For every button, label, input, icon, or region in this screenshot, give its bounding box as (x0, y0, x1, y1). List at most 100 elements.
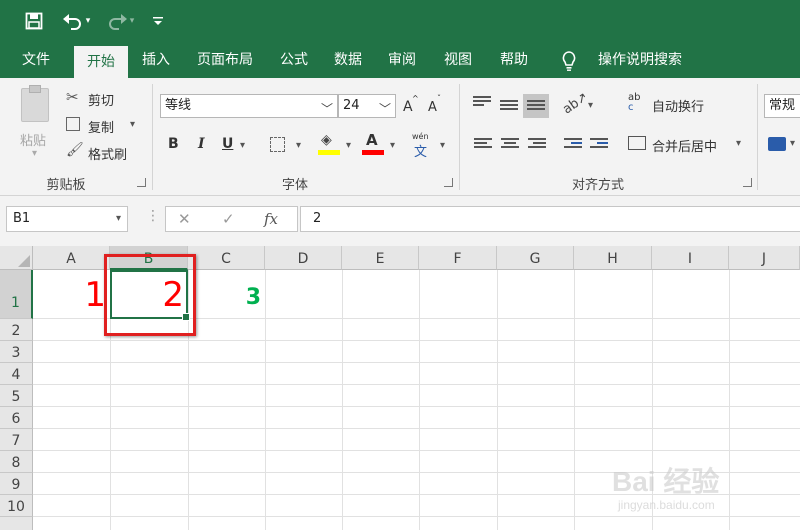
row-header-4[interactable]: 4 (0, 363, 33, 385)
gridline (497, 270, 498, 530)
column-header-d[interactable]: D (265, 246, 342, 270)
tab-formulas[interactable]: 公式 (272, 42, 316, 78)
tab-file[interactable]: 文件 (14, 42, 58, 78)
align-right-icon[interactable] (528, 138, 546, 152)
number-format-combo[interactable]: 常规 (764, 94, 800, 118)
tab-insert[interactable]: 插入 (134, 42, 178, 78)
clipboard-launcher-icon[interactable] (137, 178, 146, 187)
font-launcher-icon[interactable] (444, 178, 453, 187)
font-color-button[interactable]: A ▾ (362, 131, 400, 156)
shrink-font-button[interactable]: Aˇ (428, 94, 444, 116)
column-header-e[interactable]: E (342, 246, 419, 270)
alignment-launcher-icon[interactable] (743, 178, 752, 187)
ribbon-home: 粘贴 ▾ ✂ 剪切 复制 ▾ 🖌 格式刷 剪贴板 等线 ﹀ 24 ﹀ A ^ Aˇ… (0, 78, 800, 196)
align-bottom-icon[interactable] (523, 94, 549, 118)
lightbulb-icon[interactable] (560, 50, 578, 72)
row-header-3[interactable]: 3 (0, 341, 33, 363)
underline-button[interactable]: U (222, 136, 233, 152)
gridline (33, 406, 800, 407)
wrap-text-button[interactable]: ab c 自动换行 (626, 92, 726, 116)
tab-help[interactable]: 帮助 (492, 42, 536, 78)
font-color-letter: A (366, 131, 378, 149)
formula-input[interactable]: 2 (300, 206, 800, 232)
row-header-11[interactable] (0, 517, 33, 530)
paintbrush-icon: 🖌 (66, 142, 84, 158)
decrease-indent-icon[interactable] (564, 138, 582, 152)
font-group-label: 字体 (281, 178, 308, 193)
orientation-button[interactable]: ab↗ ▾ (560, 90, 598, 118)
merge-icon (628, 136, 646, 150)
align-top-icon[interactable] (473, 96, 491, 110)
tab-view[interactable]: 视图 (436, 42, 480, 78)
enter-icon[interactable]: ✓ (222, 210, 235, 228)
undo-icon[interactable]: ▾ (58, 10, 94, 32)
fill-color-button[interactable]: ◈ ▾ (318, 132, 356, 156)
column-header-g[interactable]: G (497, 246, 574, 270)
tab-data[interactable]: 数据 (326, 42, 370, 78)
tell-me-search[interactable]: 操作说明搜索 (590, 42, 690, 78)
row-header-9[interactable]: 9 (0, 473, 33, 495)
drag-handle-icon[interactable]: ⋮ (146, 208, 160, 224)
ribbon-tabs: 文件 开始 插入 页面布局 公式 数据 审阅 视图 帮助 操作说明搜索 (0, 42, 800, 78)
copy-label: 复制 (88, 121, 115, 136)
copy-icon (66, 117, 80, 131)
gridline (33, 428, 800, 429)
font-size-combo[interactable]: 24 ﹀ (338, 94, 396, 118)
cut-button[interactable]: ✂ 剪切 (64, 88, 130, 109)
gridline (33, 384, 800, 385)
row-header-10[interactable]: 10 (0, 495, 33, 517)
insert-function-icon[interactable]: fx (264, 210, 278, 228)
phonetic-pinyin: wén (412, 132, 429, 141)
cell-c1[interactable]: 3 (189, 272, 261, 318)
column-header-f[interactable]: F (419, 246, 497, 270)
font-color-dropdown-icon: ▾ (390, 140, 396, 151)
column-header-j[interactable]: J (729, 246, 800, 270)
gridline (419, 270, 420, 530)
name-box[interactable]: B1 ▾ (6, 206, 128, 232)
column-header-h[interactable]: H (574, 246, 652, 270)
customize-icon[interactable] (148, 10, 168, 32)
row-header-5[interactable]: 5 (0, 385, 33, 407)
cancel-icon[interactable]: ✕ (178, 210, 191, 228)
row-header-8[interactable]: 8 (0, 451, 33, 473)
font-name-combo[interactable]: 等线 ﹀ (160, 94, 338, 118)
row-header-7[interactable]: 7 (0, 429, 33, 451)
formula-bar: B1 ▾ ⋮ ✕ ✓ fx 2 (0, 196, 800, 246)
merge-center-button[interactable]: 合并后居中 ▾ (626, 134, 748, 156)
row-header-6[interactable]: 6 (0, 407, 33, 429)
paste-button[interactable]: 粘贴 ▾ (14, 85, 58, 162)
currency-icon (768, 137, 786, 151)
align-center-icon[interactable] (501, 138, 519, 152)
underline-dropdown-icon[interactable]: ▾ (240, 140, 245, 151)
name-box-value: B1 (13, 211, 31, 226)
column-header-i[interactable]: I (652, 246, 729, 270)
borders-button[interactable]: ▾ (270, 136, 306, 154)
merge-center-label: 合并后居中 (652, 140, 718, 155)
wrap-icon-c: c (628, 102, 634, 113)
row-header-1[interactable]: 1 (0, 270, 33, 319)
increase-indent-icon[interactable] (590, 138, 608, 152)
align-middle-icon[interactable] (500, 100, 518, 114)
wrap-text-label: 自动换行 (652, 100, 705, 115)
format-painter-label: 格式刷 (88, 148, 128, 163)
row-header-2[interactable]: 2 (0, 319, 33, 341)
cell-a1[interactable]: 1 (34, 272, 106, 318)
grow-font-button[interactable]: A ^ (403, 94, 419, 116)
save-icon[interactable] (22, 10, 46, 32)
select-all-corner[interactable] (0, 246, 33, 270)
gridline (265, 270, 266, 530)
tab-home[interactable]: 开始 (74, 46, 128, 78)
bold-button[interactable]: B (168, 136, 179, 152)
align-left-icon[interactable] (474, 138, 492, 152)
phonetic-button[interactable]: wén 文 ▾ (410, 132, 450, 160)
column-header-c[interactable]: C (188, 246, 265, 270)
copy-button[interactable]: 复制 ▾ (64, 115, 142, 136)
format-painter-button[interactable]: 🖌 格式刷 (64, 142, 142, 163)
currency-button[interactable]: ▾ (768, 136, 798, 154)
gridline (33, 362, 800, 363)
copy-dropdown-icon: ▾ (130, 119, 136, 130)
tab-review[interactable]: 审阅 (380, 42, 424, 78)
column-header-a[interactable]: A (33, 246, 110, 270)
tab-page-layout[interactable]: 页面布局 (190, 42, 260, 78)
italic-button[interactable]: I (198, 136, 205, 152)
